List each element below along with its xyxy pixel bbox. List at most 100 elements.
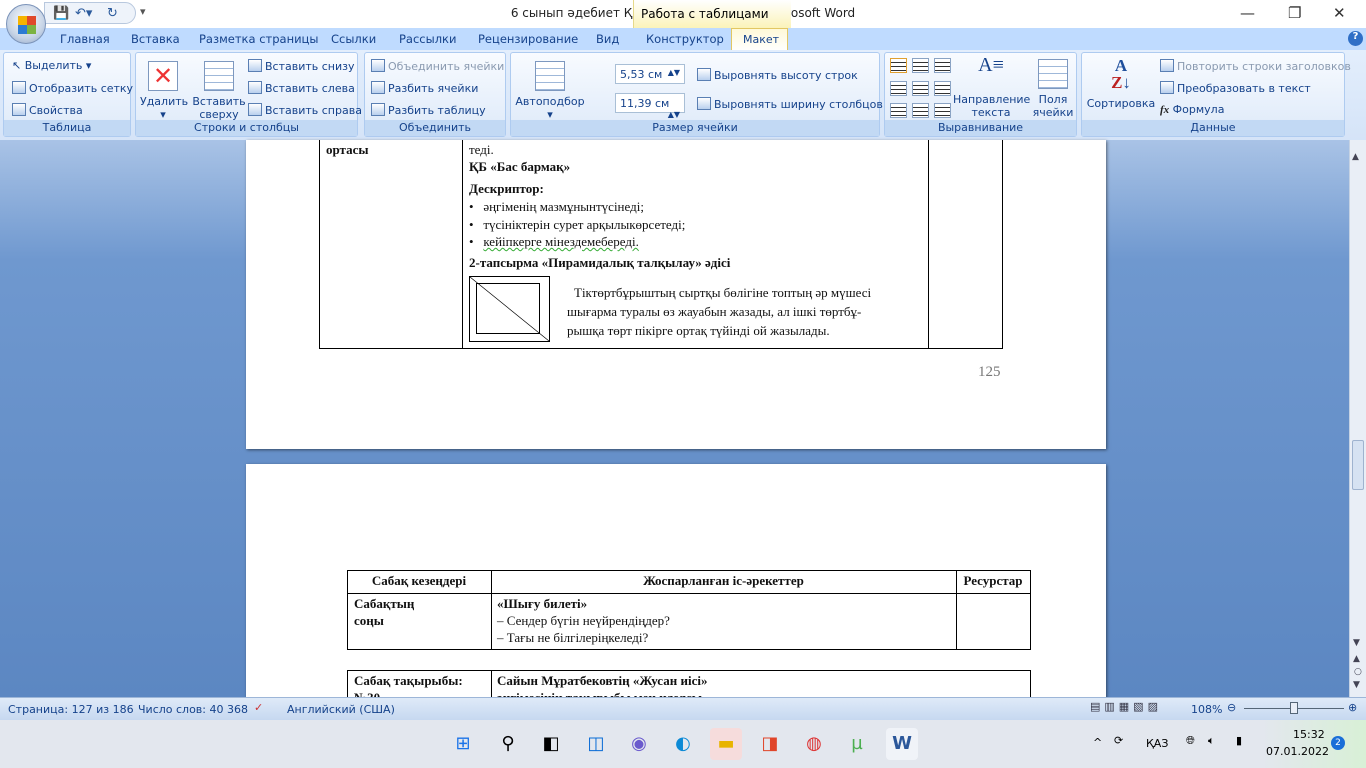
align-center-icon[interactable] <box>912 81 929 96</box>
show-hidden-icons[interactable]: ^ <box>1093 736 1102 749</box>
help-icon[interactable]: ? <box>1348 31 1363 46</box>
save-icon[interactable]: 💾 <box>53 6 69 21</box>
page-count[interactable]: Страница: 127 из 186 <box>8 703 134 716</box>
grid-icon <box>12 81 26 94</box>
align-bottom-center-icon[interactable] <box>912 103 929 118</box>
convert-to-text-button[interactable]: Преобразовать в текст <box>1160 81 1311 95</box>
tab-layout[interactable]: Макет <box>731 28 788 51</box>
task-view-icon[interactable]: ◧ <box>535 728 567 760</box>
restore-button[interactable]: ❐ <box>1288 4 1301 22</box>
tab-mailings[interactable]: Рассылки <box>399 32 456 46</box>
scroll-down-icon[interactable]: ▼ <box>1353 638 1360 648</box>
align-bottom-right-icon[interactable] <box>934 103 951 118</box>
undo-icon[interactable]: ↶▾ <box>75 6 92 21</box>
tab-references[interactable]: Ссылки <box>331 32 376 46</box>
scrollbar-thumb[interactable] <box>1352 440 1364 490</box>
column-width-input[interactable]: 11,39 см ▲▼ <box>615 93 685 119</box>
office-logo-icon <box>18 16 36 34</box>
file-explorer-icon[interactable]: ▬ <box>710 728 742 760</box>
row-height-input[interactable]: 5,53 см ▲▼ <box>615 64 685 84</box>
text-heading: Дескриптор: <box>469 181 544 196</box>
group-label: Таблица <box>4 120 130 136</box>
distribute-columns-button[interactable]: Выровнять ширину столбцов <box>697 97 883 111</box>
split-table-button[interactable]: Разбить таблицу <box>371 103 486 117</box>
redo-icon[interactable]: ↻ <box>107 6 118 21</box>
next-page-icon[interactable]: ▼ <box>1353 680 1360 690</box>
align-center-left-icon[interactable] <box>890 81 907 96</box>
view-buttons[interactable]: ▤▥▦▧▨ <box>1090 700 1170 718</box>
zoom-out-icon[interactable]: ⊖ <box>1227 701 1236 714</box>
insert-below-button[interactable]: Вставить снизу <box>248 59 355 73</box>
align-top-center-icon[interactable] <box>912 58 929 73</box>
tab-insert[interactable]: Вставка <box>131 32 180 46</box>
document-area[interactable]: ортасы теді. ҚБ «Бас бармақ» Дескриптор:… <box>0 140 1349 710</box>
text-direction-button[interactable]: A≡ Направление текста <box>953 55 1030 119</box>
scroll-up-icon[interactable]: ▲ <box>1352 152 1364 168</box>
distribute-rows-button[interactable]: Выровнять высоту строк <box>697 68 858 82</box>
insert-right-icon <box>248 103 262 116</box>
cell-margins-button[interactable]: Поля ячейки <box>1031 59 1075 119</box>
insert-right-button[interactable]: Вставить справа <box>248 103 362 117</box>
notification-badge[interactable]: 2 <box>1331 736 1345 750</box>
align-center-right-icon[interactable] <box>934 81 951 96</box>
group-label: Строки и столбцы <box>136 120 357 136</box>
word-count[interactable]: Число слов: 40 368 <box>138 703 248 716</box>
repeat-header-rows-button[interactable]: Повторить строки заголовков <box>1160 59 1351 73</box>
insert-above-button[interactable]: Вставить сверху <box>192 61 246 121</box>
widgets-icon[interactable]: ◫ <box>580 728 612 760</box>
align-top-right-icon[interactable] <box>934 58 951 73</box>
insert-left-button[interactable]: Вставить слева <box>248 81 355 95</box>
previous-page-icon[interactable]: ▲ <box>1353 654 1360 664</box>
start-icon[interactable]: ⊞ <box>447 728 479 760</box>
tab-review[interactable]: Рецензирование <box>478 32 578 46</box>
minimize-button[interactable]: — <box>1240 4 1255 22</box>
split-cells-button[interactable]: Разбить ячейки <box>371 81 478 95</box>
sync-icon[interactable]: ⟳ <box>1114 734 1123 747</box>
tab-home[interactable]: Главная <box>60 32 110 46</box>
chrome-icon[interactable]: ◍ <box>798 728 830 760</box>
search-icon[interactable]: ⚲ <box>492 728 524 760</box>
utorrent-icon[interactable]: µ <box>841 728 873 760</box>
group-label: Объединить <box>365 120 505 136</box>
select-button[interactable]: ↖ Выделить ▾ <box>12 59 91 72</box>
browse-object-icon[interactable]: ○ <box>1354 667 1362 677</box>
autofit-icon <box>535 61 565 91</box>
clock-time[interactable]: 15:32 <box>1293 728 1325 741</box>
volume-icon[interactable]: 🔈︎ <box>1208 734 1215 748</box>
tab-view[interactable]: Вид <box>596 32 619 46</box>
autofit-button[interactable]: Автоподбор ▾ <box>515 61 585 121</box>
stage-cell: соңы <box>354 613 384 628</box>
edge-icon[interactable]: ◐ <box>667 728 699 760</box>
battery-icon[interactable]: ▮ <box>1236 734 1242 747</box>
align-bottom-left-icon[interactable] <box>890 103 907 118</box>
tab-design[interactable]: Конструктор <box>646 32 724 46</box>
close-button[interactable]: ✕ <box>1333 4 1346 22</box>
office-icon[interactable]: ◨ <box>754 728 786 760</box>
office-button[interactable] <box>6 4 46 44</box>
word-icon[interactable]: W <box>886 728 918 760</box>
input-language[interactable]: ҚАЗ <box>1146 737 1168 750</box>
merge-cells-button[interactable]: Объединить ячейки <box>371 59 504 73</box>
paragraph-line: рышқа төрт пікірге ортақ түйінді ой жазы… <box>567 323 830 338</box>
tab-page-layout[interactable]: Разметка страницы <box>199 32 318 46</box>
zoom-in-icon[interactable]: ⊕ <box>1348 701 1357 714</box>
task-heading: 2-тапсырма «Пирамидалық талқылау» әдісі <box>469 255 731 270</box>
zoom-slider-thumb[interactable] <box>1290 702 1298 714</box>
delete-icon: ✕ <box>148 61 178 91</box>
clock-date[interactable]: 07.01.2022 <box>1266 745 1329 758</box>
language[interactable]: Английский (США) <box>287 703 395 716</box>
group-table: ↖ Выделить ▾ Отобразить сетку Свойства Т… <box>3 52 133 137</box>
delete-button[interactable]: ✕ Удалить ▾ <box>140 61 188 121</box>
network-icon[interactable]: 🌐︎ <box>1186 734 1195 748</box>
customize-qat-icon[interactable]: ▾ <box>140 5 146 18</box>
align-top-left-icon[interactable] <box>890 58 907 73</box>
sort-button[interactable]: A Z↓ Сортировка <box>1086 57 1156 110</box>
vertical-scrollbar[interactable]: ▲ ▼ ▲ ○ ▼ <box>1349 140 1366 697</box>
teams-chat-icon[interactable]: ◉ <box>623 728 655 760</box>
formula-button[interactable]: fx Формула <box>1160 103 1224 116</box>
properties-button[interactable]: Свойства <box>12 103 83 117</box>
view-gridlines-button[interactable]: Отобразить сетку <box>12 81 133 95</box>
proofing-icon[interactable]: ✓ <box>254 701 263 714</box>
zoom-level[interactable]: 108% <box>1191 703 1222 716</box>
insert-left-icon <box>248 81 262 94</box>
